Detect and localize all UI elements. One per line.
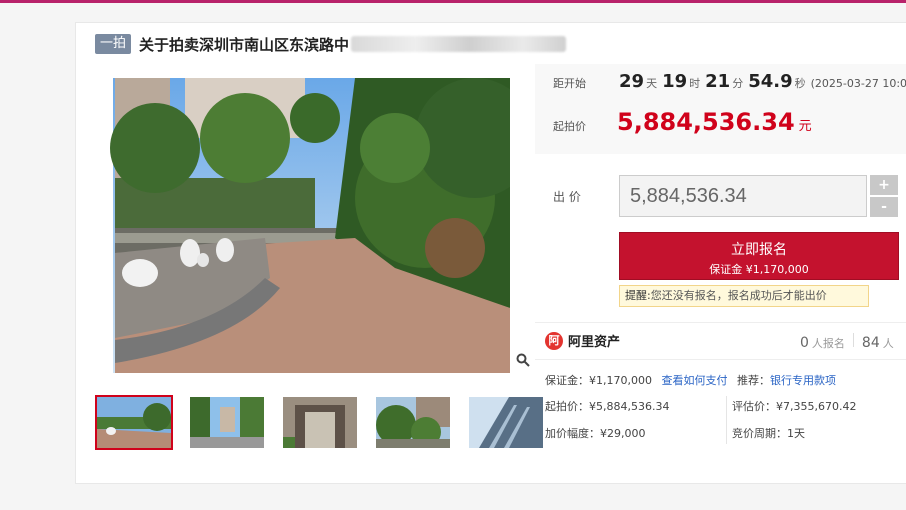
countdown-minutes-unit: 分 [732,77,744,90]
bid-label: 出 价 [553,190,581,204]
countdown-hours: 19 [662,71,688,92]
signup-count: 0 [800,335,809,351]
detail-appraisal: 评估价：¥7,355,670.42 [732,400,857,413]
auction-stats: 0 人报名 84 人 [800,333,894,351]
watcher-count: 84 [861,335,880,351]
platform-logo[interactable]: 阿 阿里资产 [545,331,620,350]
signup-button-label: 立即报名 [731,242,787,258]
deposit-amount: 保证金：¥1,170,000 [545,374,652,387]
ali-logo-icon: 阿 [545,331,563,350]
countdown-minutes: 21 [705,71,731,92]
platform-row: 阿 阿里资产 0 人报名 84 人 [535,322,906,360]
thumbnail-5[interactable] [467,395,545,450]
countdown-days-unit: 天 [646,77,658,90]
deposit-row: 保证金：¥1,170,000 查看如何支付 推荐：银行专用款项 [545,372,836,388]
stats-divider [852,333,854,347]
thumbnail-4[interactable] [374,395,452,450]
thumbnail-2[interactable] [188,395,266,450]
detail-increment: 加价幅度：¥29,000 [545,427,646,440]
redacted-text [351,36,567,52]
countdown-seconds-unit: 秒 [794,77,806,90]
magnifier-icon[interactable] [516,353,530,371]
countdown-hours-unit: 时 [689,77,701,90]
watcher-count-label: 人 [882,337,894,350]
main-property-photo[interactable] [95,78,510,373]
bid-stepper: + - [870,175,898,219]
thumbnail-1[interactable] [95,395,173,450]
auction-round-badge: 一拍 [95,34,132,54]
details-divider [726,396,727,444]
recommend-label: 推荐： [736,374,770,387]
payment-help-link[interactable]: 查看如何支付 [661,374,727,387]
signup-count-label: 人报名 [811,337,845,350]
countdown-days: 29 [619,71,645,92]
reminder-prefix: 提醒: [625,289,651,302]
countdown-label: 距开始 [553,77,586,90]
signup-deposit-text: 保证金 ¥1,170,000 [709,263,809,276]
bank-account-link[interactable]: 银行专用款项 [770,374,836,387]
signup-reminder: 提醒:您还没有报名，报名成功后才能出价 [619,285,869,307]
start-price-value: 5,884,536.34 [617,108,795,136]
bid-amount-input[interactable]: 5,884,536.34 [619,175,867,217]
auction-title[interactable]: 关于拍卖深圳市南山区东滨路中 [139,34,349,55]
platform-name: 阿里资产 [568,335,621,350]
photo-thumbnails [95,395,545,450]
countdown: 距开始 29 天 19 时 21 分 54.9 秒 (2025-03-27 10… [553,71,906,92]
countdown-seconds: 54.9 [748,71,793,92]
countdown-start-date: (2025-03-27 10:0 [810,77,906,90]
reminder-text: 您还没有报名，报名成功后才能出价 [650,289,827,302]
start-price-unit: 元 [798,119,812,134]
increase-bid-button[interactable]: + [870,175,898,195]
start-price-row: 起拍价 5,884,536.34 元 [553,108,812,136]
detail-cycle: 竞价周期：1天 [732,427,805,440]
top-accent-bar [0,0,906,3]
detail-start-price: 起拍价：¥5,884,536.34 [545,400,670,413]
signup-button[interactable]: 立即报名 保证金 ¥1,170,000 [619,232,899,280]
start-price-label: 起拍价 [553,120,586,133]
auction-title-row: 一拍 关于拍卖深圳市南山区东滨路中 [95,33,567,55]
decrease-bid-button[interactable]: - [870,197,898,217]
thumbnail-3[interactable] [281,395,359,450]
